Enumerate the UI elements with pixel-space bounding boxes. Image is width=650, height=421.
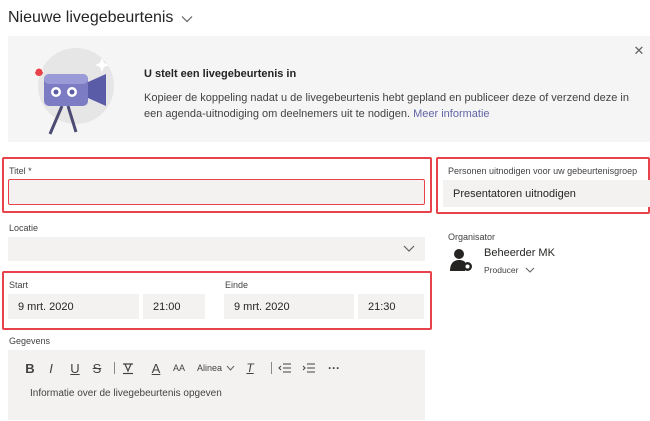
toolbar-divider [271, 362, 273, 374]
chevron-down-icon[interactable] [525, 267, 535, 273]
close-icon[interactable]: ✕ [632, 44, 646, 58]
page-title[interactable]: Nieuwe livegebeurtenis [8, 9, 193, 27]
bold-button[interactable]: B [22, 360, 38, 376]
strikethrough-button[interactable]: S [86, 360, 108, 376]
details-label: Gegevens [9, 336, 51, 346]
end-time-input[interactable]: 21:30 [358, 294, 424, 319]
invite-label: Personen uitnodigen voor uw gebeurtenisg… [448, 166, 638, 176]
banner-title: U stelt een livegebeurtenis in [144, 68, 297, 80]
organizer-label: Organisator [448, 232, 496, 242]
info-banner: U stelt een livegebeurtenis in Kopieer d… [8, 36, 650, 142]
font-color-button[interactable]: A [145, 360, 167, 376]
page-title-text: Nieuwe livegebeurtenis [8, 9, 174, 26]
clear-format-button[interactable]: T [235, 360, 265, 376]
start-date-input[interactable]: 9 mrt. 2020 [8, 294, 139, 319]
toolbar-divider [114, 362, 115, 374]
person-gear-icon [450, 249, 472, 271]
chevron-down-icon[interactable] [181, 15, 193, 23]
paragraph-dropdown[interactable]: Alinea [197, 360, 235, 376]
highlight-icon[interactable] [121, 360, 135, 376]
chevron-down-icon[interactable] [403, 242, 415, 254]
banner-text: Kopieer de koppeling nadat u de livegebe… [144, 90, 634, 122]
organizer-role: Producer [484, 265, 519, 275]
increase-indent-icon[interactable] [302, 360, 316, 376]
location-dropdown[interactable] [8, 237, 425, 261]
underline-button[interactable]: U [64, 360, 86, 376]
video-camera-illustration-icon [34, 48, 114, 135]
format-toolbar: B I U S A AA Alinea T ··· [22, 360, 342, 376]
end-date-input[interactable]: 9 mrt. 2020 [224, 294, 354, 319]
title-label: Titel * [9, 166, 32, 176]
more-options-button[interactable]: ··· [326, 360, 342, 376]
details-placeholder: Informatie over de livegebeurtenis opgev… [30, 388, 222, 399]
more-info-link[interactable]: Meer informatie [413, 108, 489, 120]
decrease-indent-icon[interactable] [278, 360, 292, 376]
start-label: Start [9, 280, 29, 290]
location-label: Locatie [9, 223, 39, 233]
start-time-input[interactable]: 21:00 [143, 294, 205, 319]
italic-button[interactable]: I [38, 360, 64, 376]
invite-presenters-input[interactable]: Presentatoren uitnodigen [443, 180, 650, 207]
organizer-name: Beheerder MK [484, 247, 555, 259]
organizer-role-dropdown[interactable]: Producer [484, 265, 535, 275]
font-size-button[interactable]: AA [167, 360, 191, 376]
banner-description: Kopieer de koppeling nadat u de livegebe… [144, 92, 629, 120]
paragraph-label: Alinea [197, 363, 223, 373]
end-label: Einde [225, 280, 249, 290]
chevron-down-icon [226, 365, 235, 371]
title-input[interactable] [8, 179, 425, 205]
